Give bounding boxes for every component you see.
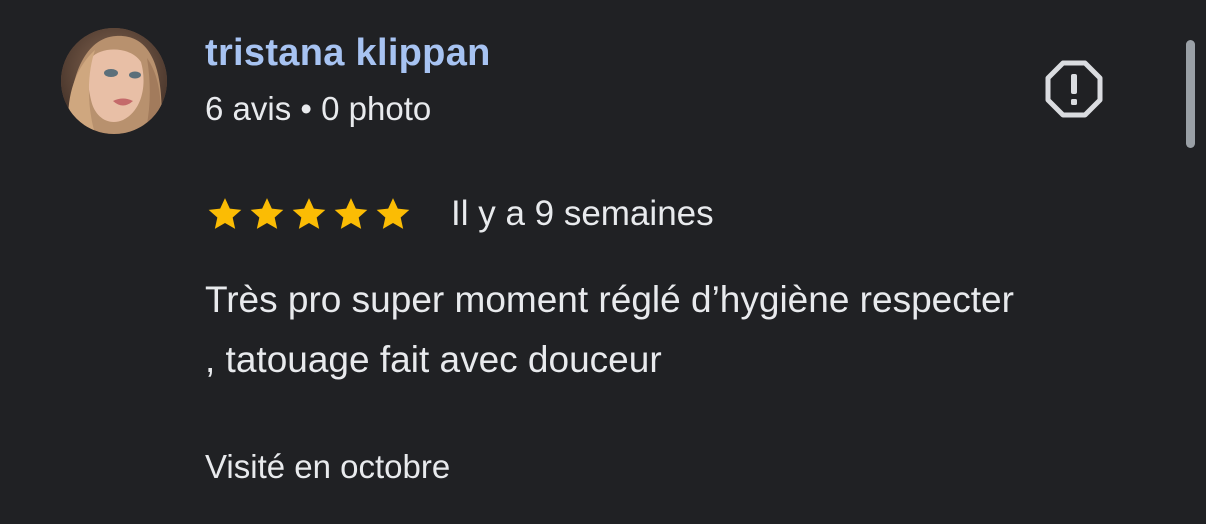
star-icon [292,198,326,229]
author-avatar[interactable] [61,28,167,134]
star-icon [376,198,410,229]
scrollbar-thumb[interactable] [1186,40,1195,148]
star-icon [208,198,242,229]
review-text: Très pro super moment réglé d’hygiène re… [205,270,1165,390]
report-icon [1045,60,1103,118]
star-icon [250,198,284,229]
meta-separator: • [300,90,312,127]
star-icon [334,198,368,229]
review-count: 6 avis [205,90,292,127]
rating-row: Il y a 9 semaines [205,190,714,238]
author-name[interactable]: tristana klippan [205,32,491,75]
report-review-button[interactable] [1043,58,1105,120]
star-rating [205,194,415,234]
avatar-image [61,28,167,134]
photo-count: 0 photo [321,90,432,127]
review-text-line: , tatouage fait avec douceur [205,339,662,380]
review-date: Il y a 9 semaines [451,194,714,233]
review-card: tristana klippan 6 avis • 0 photo Il y a… [0,0,1206,524]
visit-info: Visité en octobre [205,448,451,485]
author-meta: 6 avis • 0 photo [205,90,431,128]
review-text-line: Très pro super moment réglé d’hygiène re… [205,279,1014,320]
